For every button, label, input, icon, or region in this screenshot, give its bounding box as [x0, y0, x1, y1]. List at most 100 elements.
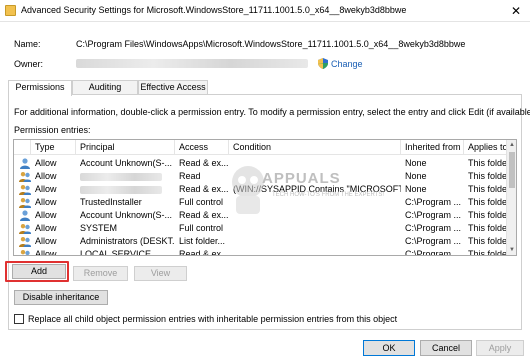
redacted-principal — [80, 185, 162, 194]
permission-entry-row[interactable]: Allow TrustedInstaller Full control C:\Prog… — [14, 196, 516, 209]
column-header-condition[interactable]: Condition — [229, 140, 401, 155]
permission-entry-row[interactable]: Allow Account Unknown(S-... Read & ex... No… — [14, 157, 516, 170]
permission-entry-row[interactable]: Allow Read & ex... (WIN://SYSAPPID Contain… — [14, 183, 516, 196]
name-label: Name: — [14, 39, 41, 49]
cell-principal: TrustedInstaller — [80, 197, 142, 207]
cell-principal: Account Unknown(S-... — [80, 158, 173, 168]
permission-entries-label: Permission entries: — [14, 125, 91, 135]
user-icon — [19, 210, 31, 221]
cell-principal: Administrators (DESKT... — [80, 236, 175, 246]
redacted-principal — [80, 172, 162, 181]
ok-button[interactable]: OK — [363, 340, 415, 356]
cell-condition — [229, 235, 401, 248]
cell-type: Allow — [35, 171, 57, 181]
replace-child-permissions-label: Replace all child object permission entr… — [28, 314, 398, 324]
header-icon-spacer — [14, 140, 31, 155]
list-vertical-scrollbar[interactable]: ▲ ▼ — [506, 140, 516, 255]
scroll-up-arrow-icon[interactable]: ▲ — [507, 140, 516, 150]
cell-applies-to: This folder... — [468, 197, 508, 207]
tab-auditing[interactable]: Auditing — [72, 80, 138, 95]
tab-permissions[interactable]: Permissions — [8, 80, 72, 96]
group-icon — [19, 197, 32, 208]
cell-applies-to: This folder... — [468, 210, 508, 220]
cell-inherited-from: None — [405, 158, 427, 168]
remove-button[interactable]: Remove — [73, 266, 128, 281]
scroll-thumb[interactable] — [509, 152, 515, 188]
cell-condition — [229, 222, 401, 235]
permission-entry-row[interactable]: Allow LOCAL SERVICE Read & ex... C:\Program… — [14, 248, 516, 256]
tab-effective-access[interactable]: Effective Access — [138, 80, 208, 95]
apply-button[interactable]: Apply — [476, 340, 524, 356]
cell-inherited-from: C:\Program ... — [405, 223, 462, 233]
cell-type: Allow — [35, 236, 57, 246]
uac-shield-icon — [318, 58, 328, 69]
cell-applies-to: This folder... — [468, 184, 508, 194]
permission-entry-row[interactable]: Allow Account Unknown(S-... Read & ex... C:… — [14, 209, 516, 222]
cell-access: Read & ex... — [179, 210, 229, 220]
user-icon — [19, 158, 31, 169]
cell-type: Allow — [35, 223, 57, 233]
close-button[interactable]: ✕ — [508, 3, 524, 19]
info-text: For additional information, double-click… — [14, 107, 530, 117]
group-icon — [19, 184, 32, 195]
cell-access: Full control — [179, 197, 224, 207]
cell-condition — [229, 196, 401, 209]
cell-condition — [229, 157, 401, 170]
column-header-principal[interactable]: Principal — [76, 140, 175, 155]
cell-condition — [229, 170, 401, 183]
tab-permissions-label: Permissions — [15, 82, 65, 92]
cell-applies-to: This folder... — [468, 171, 508, 181]
cancel-button[interactable]: Cancel — [420, 340, 472, 356]
add-button[interactable]: Add — [12, 264, 66, 279]
cell-inherited-from: C:\Program ... — [405, 210, 462, 220]
name-value: C:\Program Files\WindowsApps\Microsoft.W… — [76, 39, 466, 49]
cell-inherited-from: None — [405, 171, 427, 181]
cell-applies-to: This folder... — [468, 249, 508, 256]
cell-applies-to: This folder... — [468, 158, 508, 168]
window-title: Advanced Security Settings for Microsoft… — [21, 5, 407, 15]
cell-applies-to: This folder... — [468, 223, 508, 233]
view-button[interactable]: View — [134, 266, 187, 281]
cell-type: Allow — [35, 197, 57, 207]
cell-principal: Account Unknown(S-... — [80, 210, 173, 220]
permission-entry-row[interactable]: Allow SYSTEM Full control C:\Program ... Thi… — [14, 222, 516, 235]
change-owner-link[interactable]: Change — [318, 58, 363, 69]
group-icon — [19, 236, 32, 247]
cell-type: Allow — [35, 249, 57, 256]
cell-access: Full control — [179, 223, 224, 233]
permission-entry-row[interactable]: Allow Administrators (DESKT... List folder… — [14, 235, 516, 248]
column-header-inherited-from[interactable]: Inherited from — [401, 140, 464, 155]
cell-condition — [229, 248, 401, 255]
list-header: Type Principal Access Condition Inherite… — [14, 140, 516, 155]
title-bar: Advanced Security Settings for Microsoft… — [0, 0, 530, 22]
tab-auditing-label: Auditing — [88, 82, 122, 92]
scroll-down-arrow-icon[interactable]: ▼ — [507, 245, 516, 255]
cell-inherited-from: C:\Program ... — [405, 197, 462, 207]
cell-access: Read & ex... — [179, 158, 229, 168]
cell-principal — [76, 183, 175, 196]
permission-entry-row[interactable]: Allow Read None This folder... — [14, 170, 516, 183]
owner-label: Owner: — [14, 59, 44, 69]
group-icon — [19, 249, 31, 255]
owner-value-redacted — [76, 58, 308, 69]
change-link-label: Change — [331, 59, 363, 69]
cell-inherited-from: C:\Program ... — [405, 249, 462, 256]
cell-condition — [229, 209, 401, 222]
cell-access: Read & ex... — [179, 184, 229, 194]
cell-applies-to: This folder... — [468, 236, 508, 246]
cell-access: Read — [179, 171, 201, 181]
tab-effective-access-label: Effective Access — [140, 82, 206, 92]
folder-icon — [5, 5, 16, 16]
permission-entries-list[interactable]: Type Principal Access Condition Inherite… — [13, 139, 517, 256]
cell-access: List folder... — [179, 236, 226, 246]
column-header-applies-to[interactable]: Applies to — [464, 140, 508, 155]
cell-type: Allow — [35, 210, 57, 220]
column-header-access[interactable]: Access — [175, 140, 229, 155]
replace-child-permissions-checkbox[interactable] — [14, 314, 24, 324]
disable-inheritance-button[interactable]: Disable inheritance — [14, 290, 108, 305]
group-icon — [19, 171, 32, 182]
column-header-type[interactable]: Type — [31, 140, 76, 155]
cell-type: Allow — [35, 158, 57, 168]
cell-principal: LOCAL SERVICE — [80, 249, 152, 256]
cell-inherited-from: None — [405, 184, 427, 194]
